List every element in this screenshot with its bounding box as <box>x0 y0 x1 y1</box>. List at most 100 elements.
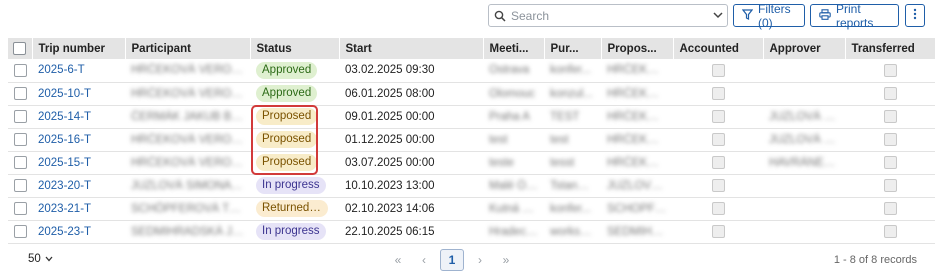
row-checkbox[interactable] <box>13 110 27 123</box>
status-badge: Approved <box>256 85 318 102</box>
approver-cell: JUZLOVÁ SIM... <box>763 105 845 129</box>
column-header-trip-number[interactable]: Trip number <box>32 38 126 59</box>
accounted-checkbox <box>711 225 725 238</box>
purpose-cell: TEST <box>544 105 601 129</box>
accounted-checkbox <box>711 63 725 77</box>
proposer-cell: SEDMIHRA... <box>601 220 673 244</box>
approver-cell <box>763 59 845 83</box>
table-row[interactable]: 2023-20-T JUZLOVÁ SIMONA JUDr... In prog… <box>8 174 935 198</box>
column-header-meeting[interactable]: Meeti... <box>483 38 545 59</box>
column-header-transferred[interactable]: Transferred <box>845 38 936 59</box>
row-checkbox[interactable] <box>13 87 27 100</box>
filters-label: Filters (0) <box>758 1 791 30</box>
trip-number-link[interactable]: 2025-15-T <box>32 151 125 175</box>
transferred-checkbox <box>883 87 897 100</box>
print-reports-button[interactable]: Print reports <box>810 2 899 30</box>
start-cell: 02.10.2023 14:06 <box>339 197 483 221</box>
records-count: 1 - 8 of 8 records <box>833 254 917 266</box>
select-all-checkbox[interactable] <box>13 42 27 55</box>
meeting-cell: test <box>483 128 544 152</box>
page-button-current[interactable]: 1 <box>440 249 464 271</box>
row-checkbox[interactable] <box>13 202 27 215</box>
column-header-start[interactable]: Start <box>339 38 484 59</box>
participant-cell: HRČEKOVÁ VERONIKA I... <box>125 82 250 106</box>
transferred-checkbox <box>883 179 897 192</box>
first-page-icon[interactable]: « <box>385 249 411 271</box>
filter-icon <box>741 8 754 23</box>
approver-cell <box>763 174 845 198</box>
meeting-cell: Praha A <box>483 105 544 129</box>
trips-table: Trip number Participant Status Start Mee… <box>8 38 936 244</box>
approver-cell <box>763 197 845 221</box>
purpose-cell: Tstaněk... <box>544 174 601 198</box>
table-row[interactable]: 2025-6-T HRČEKOVÁ VERONIKA I... Approved… <box>8 59 935 83</box>
approver-cell: JUZLOVÁ SIM... <box>763 128 845 152</box>
participant-cell: SEDMIHRADSKÁ JARMI... <box>125 220 250 244</box>
proposer-cell: HRČEKOVÁ VER... <box>601 82 673 106</box>
proposer-cell: HRČEKOVÁ VER... <box>601 128 673 152</box>
chevron-down-icon[interactable] <box>709 12 727 19</box>
transferred-checkbox <box>883 225 897 238</box>
row-checkbox[interactable] <box>13 179 27 192</box>
table-row[interactable]: 2025-23-T SEDMIHRADSKÁ JARMI... In progr… <box>8 220 935 244</box>
transferred-checkbox <box>883 63 897 77</box>
status-badge: Returned f... <box>256 200 328 217</box>
participant-cell: SCHÖPFEROVÁ TERE... <box>125 197 250 221</box>
row-checkbox[interactable] <box>13 63 27 77</box>
row-checkbox[interactable] <box>13 133 27 146</box>
column-header-accounted[interactable]: Accounted <box>673 38 764 59</box>
approver-cell: HAVRÁNEK ... <box>763 151 845 175</box>
meeting-cell: Kutná H... <box>483 197 544 221</box>
participant-cell: ČERMÁK JAKUB Bc. ... <box>125 105 250 129</box>
purpose-cell: test <box>544 128 601 152</box>
trip-number-link[interactable]: 2025-23-T <box>32 220 125 244</box>
accounted-checkbox <box>711 179 725 192</box>
column-header-status[interactable]: Status <box>250 38 340 59</box>
status-badge: In progress <box>256 223 326 240</box>
column-header-approver[interactable]: Approver <box>763 38 846 59</box>
filters-button[interactable]: Filters (0) <box>733 1 805 30</box>
page-size-select[interactable]: 50 <box>28 253 53 265</box>
trip-number-link[interactable]: 2023-21-T <box>32 197 125 221</box>
row-checkbox[interactable] <box>13 156 27 169</box>
transferred-checkbox <box>883 202 897 215</box>
start-cell: 10.10.2023 13:00 <box>339 174 483 198</box>
table-footer: 50 « ‹ 1 › » 1 - 8 of 8 records <box>0 249 945 271</box>
last-page-icon[interactable]: » <box>493 249 519 271</box>
accounted-checkbox <box>711 87 725 100</box>
column-header-participant[interactable]: Participant <box>125 38 251 59</box>
next-page-icon[interactable]: › <box>467 249 493 271</box>
start-cell: 01.12.2025 00:00 <box>339 128 483 152</box>
column-header-purpose[interactable]: Pur... <box>544 38 602 59</box>
purpose-cell: worksh... <box>544 220 601 244</box>
purpose-cell: tesst <box>544 151 601 175</box>
table-row[interactable]: 2025-16-T HRČEKOVÁ VERONIKA I... Propose… <box>8 128 935 152</box>
column-header-proposer[interactable]: Propos... <box>601 38 674 59</box>
trip-number-link[interactable]: 2025-16-T <box>32 128 125 152</box>
purpose-cell: konfer... <box>544 197 601 221</box>
previous-page-icon[interactable]: ‹ <box>411 249 437 271</box>
search-box[interactable]: Search <box>488 4 728 27</box>
more-options-button[interactable] <box>905 4 925 27</box>
table-row[interactable]: 2025-14-T ČERMÁK JAKUB Bc. ... Proposed … <box>8 105 935 129</box>
accounted-checkbox <box>711 110 725 123</box>
accounted-checkbox <box>711 202 725 215</box>
trip-number-link[interactable]: 2023-20-T <box>32 174 125 198</box>
participant-cell: HRČEKOVÁ VERONIKA I... <box>125 128 250 152</box>
table-row[interactable]: 2023-21-T SCHÖPFEROVÁ TERE... Returned f… <box>8 197 935 221</box>
table-row[interactable]: 2025-10-T HRČEKOVÁ VERONIKA I... Approve… <box>8 82 935 106</box>
start-cell: 03.07.2025 00:00 <box>339 151 483 175</box>
row-checkbox[interactable] <box>13 225 27 238</box>
transferred-checkbox <box>883 133 897 146</box>
trip-number-link[interactable]: 2025-10-T <box>32 82 125 106</box>
status-badge: Approved <box>256 61 318 79</box>
trip-number-link[interactable]: 2025-6-T <box>32 59 125 83</box>
start-cell: 22.10.2025 06:15 <box>339 220 483 244</box>
table-row[interactable]: 2025-15-T HRČEKOVÁ VERONIKA I... Propose… <box>8 151 935 175</box>
proposer-cell: JUZLOVÁ SIM... <box>601 174 673 198</box>
trip-number-link[interactable]: 2025-14-T <box>32 105 125 129</box>
search-input[interactable]: Search <box>511 9 709 23</box>
select-all-checkbox-cell[interactable] <box>8 38 33 59</box>
proposer-cell: HRČEKOVÁ VER... <box>601 151 673 175</box>
more-vertical-icon <box>913 8 917 23</box>
